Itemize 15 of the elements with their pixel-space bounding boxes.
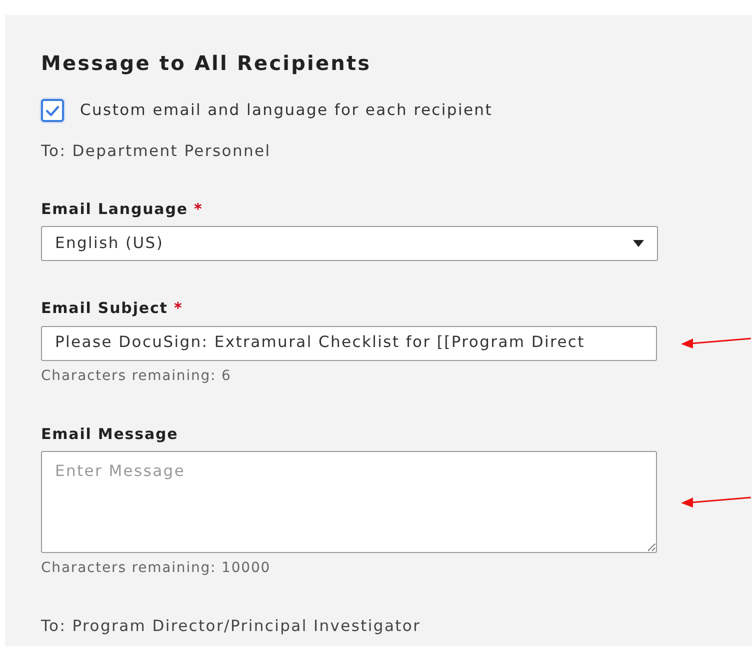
checkbox[interactable]	[41, 99, 64, 122]
recipient-label: To: Department Personnel	[41, 141, 272, 162]
check-icon	[45, 104, 60, 117]
field-label: Email Language *	[41, 198, 204, 220]
character-count: Characters remaining: 10000	[41, 559, 272, 578]
checkbox-label: Custom email and language for each recipient	[80, 100, 492, 121]
subject-field[interactable]: Please DocuSign: Extramural Checklist for [[Program Direct	[41, 326, 658, 360]
section-title: Message to All Recipients	[41, 51, 372, 75]
language-dropdown[interactable]: English (US)	[41, 226, 658, 261]
field-label: Email Subject *	[41, 298, 184, 319]
field-label: Email Message	[41, 424, 180, 444]
recipient-label: To: Program Director/Principal Investigator	[41, 616, 422, 637]
message-field[interactable]: Enter Message	[41, 451, 658, 553]
character-count: Characters remaining: 6	[41, 366, 232, 386]
caret-icon	[633, 240, 644, 247]
